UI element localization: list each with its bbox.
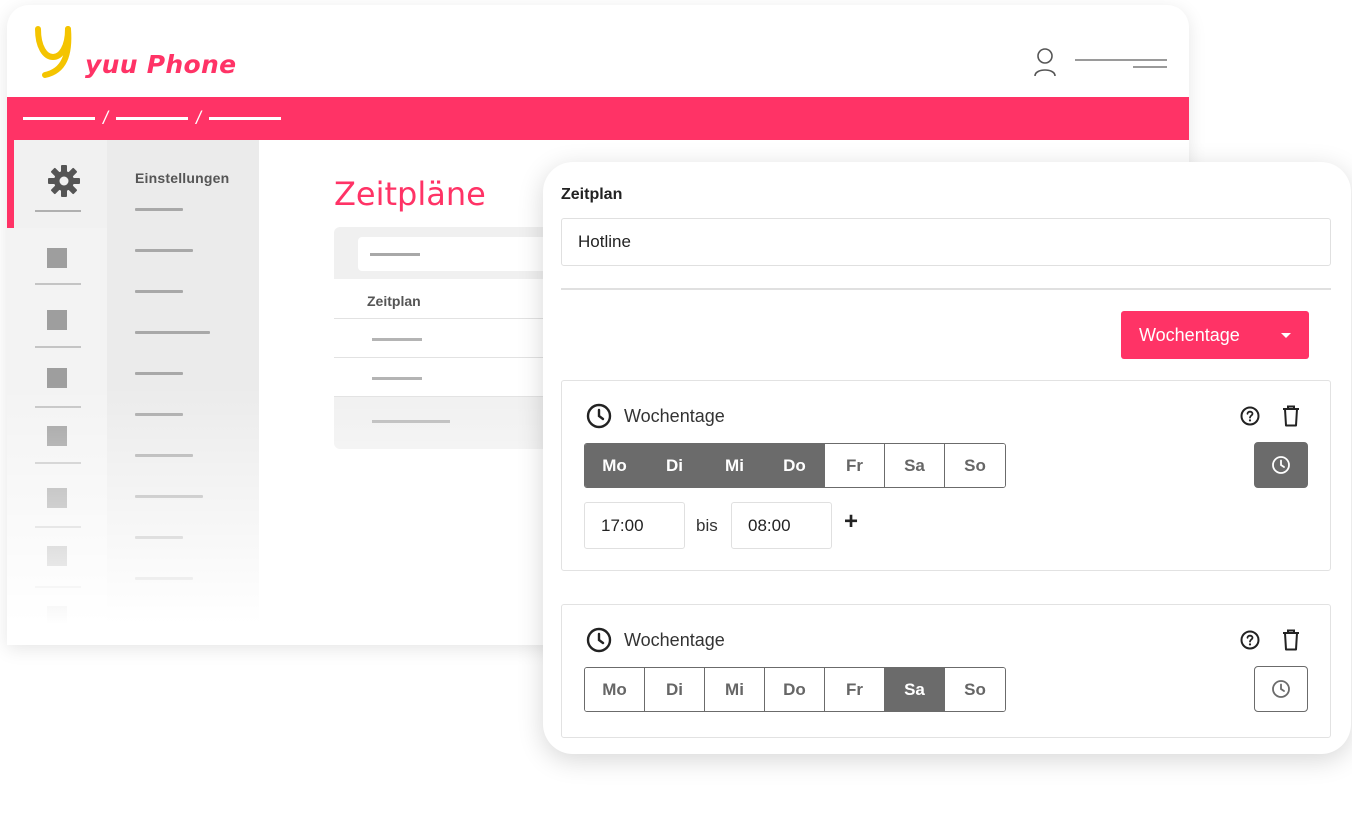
logo[interactable]: yuu Phone: [31, 25, 236, 79]
user-icon: [1034, 48, 1056, 77]
breadcrumb-separator: /: [103, 108, 109, 128]
sidebar-item-icon[interactable]: [47, 426, 67, 446]
sidebar-item-icon[interactable]: [47, 368, 67, 388]
day-toggle-di[interactable]: Di: [645, 444, 705, 487]
weekday-rule-card: Wochentage Mo Di Mi Do Fr Sa So: [561, 380, 1331, 571]
breadcrumb-item[interactable]: [23, 117, 95, 120]
time-to-input[interactable]: [731, 502, 832, 549]
time-separator: bis: [696, 516, 718, 535]
day-toggle-do[interactable]: Do: [765, 668, 825, 711]
trash-icon[interactable]: [1282, 405, 1300, 427]
weekday-selector: Mo Di Mi Do Fr Sa So: [584, 443, 1006, 488]
clock-icon: [586, 627, 612, 653]
sidebar-item-icon[interactable]: [47, 310, 67, 330]
user-menu[interactable]: [1033, 47, 1167, 77]
breadcrumb-item[interactable]: [209, 117, 282, 120]
top-bar: yuu Phone: [7, 5, 1189, 97]
rule-type-dropdown-label: Wochentage: [1139, 324, 1240, 345]
add-time-range-button[interactable]: +: [844, 510, 858, 534]
rule-type-dropdown[interactable]: Wochentage: [1121, 311, 1309, 359]
menu-item[interactable]: [135, 249, 193, 252]
sidebar-item-icon[interactable]: [47, 488, 67, 508]
rule-title: Wochentage: [624, 405, 725, 426]
time-from-input[interactable]: [584, 502, 685, 549]
weekday-selector: Mo Di Mi Do Fr Sa So: [584, 667, 1006, 712]
sidebar-item-icon[interactable]: [47, 248, 67, 268]
breadcrumb: / /: [7, 97, 1189, 140]
divider: [561, 288, 1331, 290]
menu-item[interactable]: [135, 495, 203, 498]
time-range-toggle-button[interactable]: [1254, 442, 1308, 488]
sidebar-item-icon[interactable]: [47, 546, 67, 566]
page-title: Zeitpläne: [334, 175, 486, 213]
schedule-name-label: Zeitplan: [561, 186, 623, 203]
day-toggle-so[interactable]: So: [945, 444, 1005, 487]
menu-item[interactable]: [135, 536, 183, 539]
weekday-rule-card: Wochentage Mo Di Mi Do Fr Sa So: [561, 604, 1331, 738]
help-icon[interactable]: [1240, 630, 1260, 650]
user-name-placeholder: [1075, 52, 1167, 72]
clock-icon: [1272, 680, 1290, 698]
schedule-editor-panel: Zeitplan Wochentage Wochentage: [543, 162, 1351, 754]
menu-item[interactable]: [135, 290, 183, 293]
settings-menu: Einstellungen: [107, 140, 259, 645]
menu-section-title: Einstellungen: [135, 170, 230, 186]
table-row[interactable]: [372, 420, 450, 423]
logo-text: yuu Phone: [85, 50, 237, 79]
column-header-zeitplan[interactable]: Zeitplan: [367, 293, 421, 309]
day-toggle-di[interactable]: Di: [645, 668, 705, 711]
icon-sidebar: [7, 140, 107, 645]
yuu-logo-icon: [35, 26, 72, 78]
menu-item[interactable]: [135, 208, 183, 211]
breadcrumb-separator: /: [196, 108, 202, 128]
caret-down-icon: [1281, 332, 1291, 338]
day-toggle-mi[interactable]: Mi: [705, 668, 765, 711]
day-toggle-fr[interactable]: Fr: [825, 444, 885, 487]
rule-title: Wochentage: [624, 629, 725, 650]
menu-item[interactable]: [135, 413, 183, 416]
day-toggle-sa[interactable]: Sa: [885, 444, 945, 487]
search-input[interactable]: [358, 237, 574, 271]
time-range-toggle-button[interactable]: [1254, 666, 1308, 712]
table-row[interactable]: [334, 319, 574, 358]
day-toggle-do[interactable]: Do: [765, 444, 825, 487]
schedule-table: Zeitplan: [334, 227, 574, 449]
day-toggle-so[interactable]: So: [945, 668, 1005, 711]
menu-item[interactable]: [135, 372, 183, 375]
menu-item[interactable]: [135, 454, 193, 457]
day-toggle-mi[interactable]: Mi: [705, 444, 765, 487]
menu-item[interactable]: [135, 577, 193, 580]
trash-icon[interactable]: [1282, 629, 1300, 651]
day-toggle-fr[interactable]: Fr: [825, 668, 885, 711]
help-icon[interactable]: [1240, 406, 1260, 426]
clock-icon: [1272, 456, 1290, 474]
day-toggle-mo[interactable]: Mo: [585, 668, 645, 711]
breadcrumb-item[interactable]: [116, 117, 189, 120]
day-toggle-sa[interactable]: Sa: [885, 668, 945, 711]
gear-icon: [48, 165, 80, 197]
schedule-name-input[interactable]: [561, 218, 1331, 266]
clock-icon: [586, 403, 612, 429]
sidebar-item-icon[interactable]: [47, 606, 67, 626]
table-header: Zeitplan: [334, 279, 574, 319]
day-toggle-mo[interactable]: Mo: [585, 444, 645, 487]
table-row[interactable]: [334, 358, 574, 397]
sidebar-item-settings[interactable]: [14, 140, 107, 228]
menu-item[interactable]: [135, 331, 210, 334]
